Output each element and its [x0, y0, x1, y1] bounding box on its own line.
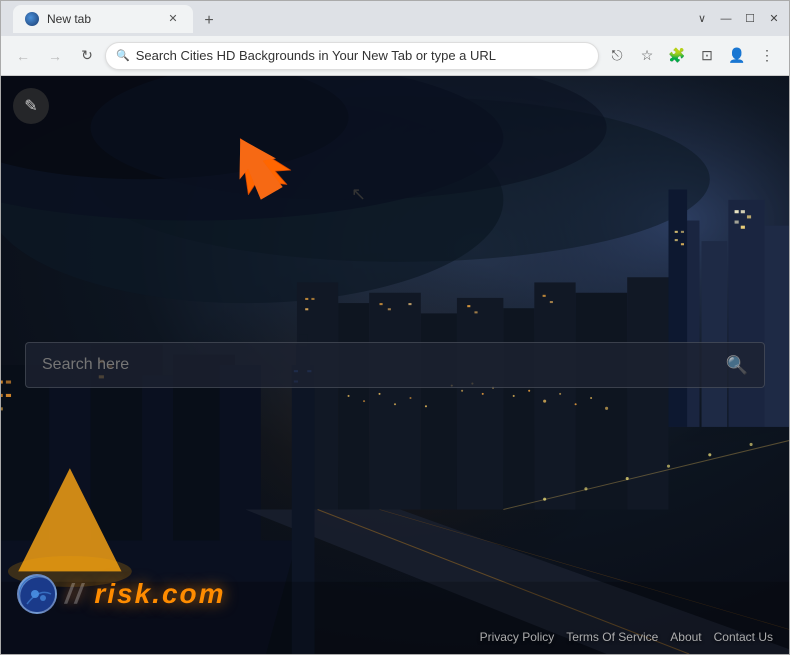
- terms-of-service-link[interactable]: Terms Of Service: [566, 630, 658, 644]
- search-bar[interactable]: 🔍: [25, 342, 765, 388]
- mouse-cursor: ↖: [351, 184, 366, 205]
- share-button[interactable]: ⎋: [603, 42, 631, 70]
- privacy-policy-link[interactable]: Privacy Policy: [480, 630, 555, 644]
- logo-text-prefix: // risk.com: [65, 578, 226, 610]
- tabs-area: New tab ✕ +: [9, 5, 695, 33]
- refresh-button[interactable]: ↻: [73, 42, 101, 70]
- nav-actions: ⎋ ☆ 🧩 ⊡ 👤 ⋮: [603, 42, 781, 70]
- tab-title: New tab: [47, 12, 157, 26]
- tab-favicon: [25, 12, 39, 26]
- active-tab[interactable]: New tab ✕: [13, 5, 193, 33]
- menu-button[interactable]: ⋮: [753, 42, 781, 70]
- forward-button[interactable]: →: [41, 42, 69, 70]
- chevron-down-control[interactable]: ∨: [695, 12, 709, 26]
- about-link[interactable]: About: [670, 630, 701, 644]
- logo-text-main: risk.com: [94, 578, 225, 609]
- logo-area: // risk.com: [1, 574, 789, 614]
- address-text: Search Cities HD Backgrounds in Your New…: [136, 48, 588, 63]
- edit-icon: ✎: [24, 96, 37, 116]
- search-submit-icon[interactable]: 🔍: [726, 355, 748, 376]
- back-button[interactable]: ←: [9, 42, 37, 70]
- search-container: 🔍: [25, 342, 765, 388]
- close-button[interactable]: ✕: [767, 12, 781, 26]
- maximize-button[interactable]: ☐: [743, 12, 757, 26]
- window-controls: ∨ — ☐ ✕: [695, 12, 781, 26]
- page-content: ↖ ✎ 🔍 // ris: [1, 76, 789, 654]
- browser-window: New tab ✕ + ∨ — ☐ ✕ ← → ↻ 🔍 Search Citie…: [0, 0, 790, 655]
- minimize-button[interactable]: —: [719, 12, 733, 26]
- contact-us-link[interactable]: Contact Us: [714, 630, 773, 644]
- address-bar[interactable]: 🔍 Search Cities HD Backgrounds in Your N…: [105, 42, 599, 70]
- tab-close-button[interactable]: ✕: [165, 11, 181, 27]
- search-input[interactable]: [42, 356, 716, 374]
- site-logo: // risk.com: [17, 574, 226, 614]
- navigation-bar: ← → ↻ 🔍 Search Cities HD Backgrounds in …: [1, 36, 789, 76]
- tab-search-button[interactable]: ⊡: [693, 42, 721, 70]
- logo-icon: [17, 574, 57, 614]
- title-bar: New tab ✕ + ∨ — ☐ ✕: [1, 1, 789, 36]
- search-icon-address: 🔍: [116, 49, 130, 62]
- bookmark-button[interactable]: ☆: [633, 42, 661, 70]
- new-tab-button[interactable]: +: [197, 9, 221, 33]
- footer-links: Privacy Policy Terms Of Service About Co…: [480, 630, 773, 644]
- edit-customize-button[interactable]: ✎: [13, 88, 49, 124]
- extensions-button[interactable]: 🧩: [663, 42, 691, 70]
- profile-button[interactable]: 👤: [723, 42, 751, 70]
